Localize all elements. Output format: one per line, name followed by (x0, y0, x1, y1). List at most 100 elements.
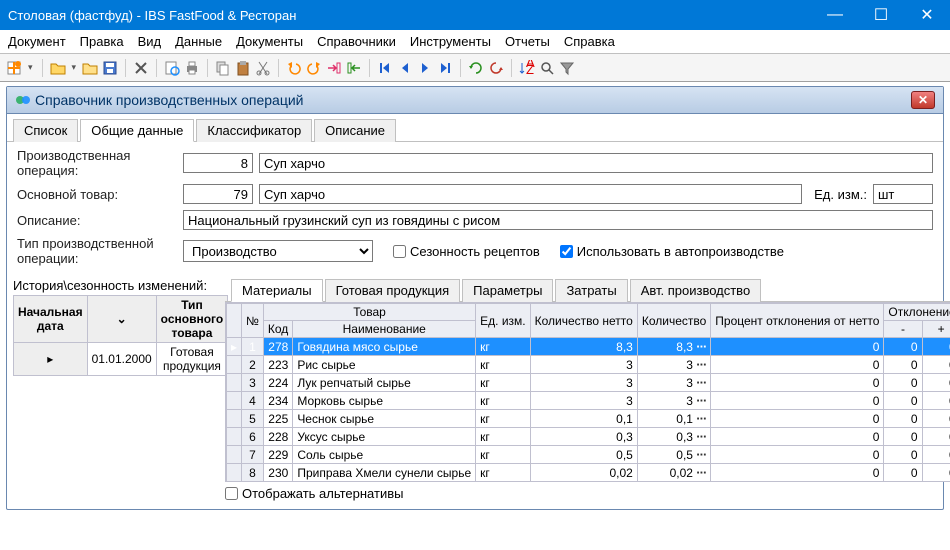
col-minus[interactable]: - (884, 321, 922, 338)
delete-icon[interactable] (133, 60, 149, 76)
menu-help[interactable]: Справка (564, 34, 615, 49)
menu-edit[interactable]: Правка (80, 34, 124, 49)
window-title: Столовая (фастфуд) - IBS FastFood & Рест… (8, 8, 812, 23)
open-icon[interactable] (50, 60, 66, 76)
table-row[interactable]: 4234Морковь сырьекг33 ···00033 (227, 392, 950, 410)
toolbar: ▾ ▾ AZ (0, 54, 950, 82)
chk-season[interactable]: Сезонность рецептов (393, 244, 540, 259)
op-name-input[interactable] (259, 153, 933, 173)
form-area: Производственная операция: Основной това… (7, 142, 943, 278)
filter-icon[interactable] (559, 60, 575, 76)
history-row-marker[interactable]: ▸ (14, 343, 88, 376)
main-panel: Справочник производственных операций ✕ С… (6, 86, 944, 510)
table-row[interactable]: 7229Соль сырьекг0,50,5 ···0000,50,5 (227, 446, 950, 464)
history-row-type[interactable]: Готовая продукция (156, 343, 228, 376)
col-qty[interactable]: Количество (637, 304, 710, 338)
history-row-date[interactable]: 01.01.2000 (87, 343, 156, 376)
table-row[interactable]: 6228Уксус сырьекг0,30,3 ···0000,30,3 (227, 428, 950, 446)
open-dropdown[interactable]: ▾ (70, 62, 79, 73)
desc-label: Описание: (17, 213, 177, 228)
cut-icon[interactable] (255, 60, 271, 76)
find-icon[interactable] (539, 60, 555, 76)
materials-grid: № Товар Ед. изм. Количество нетто Количе… (225, 302, 950, 482)
new-dropdown[interactable]: ▾ (26, 62, 35, 73)
paste-icon[interactable] (235, 60, 251, 76)
menu-tools[interactable]: Инструменты (410, 34, 491, 49)
tabs-bottom: Материалы Готовая продукция Параметры За… (225, 278, 950, 302)
chk-auto[interactable]: Использовать в автопроизводстве (560, 244, 784, 259)
tab-auto[interactable]: Авт. производство (630, 279, 761, 302)
refresh2-icon[interactable] (488, 60, 504, 76)
history-h-type[interactable]: Тип основного товара (156, 296, 228, 343)
panel-icon (15, 92, 31, 108)
print-icon[interactable] (184, 60, 200, 76)
good-label: Основной товар: (17, 187, 177, 202)
table-row[interactable]: 5225Чеснок сырьекг0,10,1 ···0000,10,1 (227, 410, 950, 428)
last-icon[interactable] (437, 60, 453, 76)
history-h-date[interactable]: Начальная дата (14, 296, 88, 343)
uom-label: Ед. изм.: (814, 187, 867, 202)
tab-classifier[interactable]: Классификатор (196, 119, 312, 142)
table-row[interactable]: ▸1278Говядина мясо сырьекг8,38,3 ···0008… (227, 338, 950, 356)
tab-params[interactable]: Параметры (462, 279, 553, 302)
sort-icon[interactable]: AZ (519, 60, 535, 76)
minimize-button[interactable]: — (812, 0, 858, 30)
tab-description[interactable]: Описание (314, 119, 396, 142)
prev-icon[interactable] (397, 60, 413, 76)
menu-reports[interactable]: Отчеты (505, 34, 550, 49)
history-label: История\сезонность изменений: (13, 278, 219, 293)
menu-documents[interactable]: Документы (236, 34, 303, 49)
history-pane: История\сезонность изменений: Начальная … (13, 278, 219, 505)
chk-alt[interactable]: Отображать альтернативы (225, 486, 403, 501)
table-row[interactable]: 8230Приправа Хмели сунели сырьекг0,020,0… (227, 464, 950, 482)
table-row[interactable]: 3224Лук репчатый сырьекг33 ···00033 (227, 374, 950, 392)
first-icon[interactable] (377, 60, 393, 76)
tabs-top: Список Общие данные Классификатор Описан… (7, 118, 943, 142)
uom-input[interactable] (873, 184, 933, 204)
menu-bar: Документ Правка Вид Данные Документы Спр… (0, 30, 950, 54)
type-select[interactable]: Производство (183, 240, 373, 262)
tab-materials[interactable]: Материалы (231, 279, 323, 302)
col-good[interactable]: Товар (263, 304, 475, 321)
tab-general[interactable]: Общие данные (80, 119, 194, 142)
op-label: Производственная операция: (17, 148, 177, 178)
good-name-input[interactable] (259, 184, 802, 204)
new-icon[interactable] (6, 60, 22, 76)
redo-icon[interactable] (306, 60, 322, 76)
preview-icon[interactable] (164, 60, 180, 76)
save-icon[interactable] (102, 60, 118, 76)
menu-data[interactable]: Данные (175, 34, 222, 49)
col-pct[interactable]: Процент отклонения от нетто (711, 304, 884, 338)
nav-out-icon[interactable] (326, 60, 342, 76)
copy-icon[interactable] (215, 60, 231, 76)
table-row[interactable]: 2223Рис сырьекг33 ···00033 (227, 356, 950, 374)
next-icon[interactable] (417, 60, 433, 76)
op-id-input[interactable] (183, 153, 253, 173)
svg-text:Z: Z (526, 62, 534, 76)
nav-in-icon[interactable] (346, 60, 362, 76)
menu-document[interactable]: Документ (8, 34, 66, 49)
col-plus[interactable]: + (922, 321, 950, 338)
close-button[interactable]: ✕ (904, 0, 950, 30)
tab-costs[interactable]: Затраты (555, 279, 627, 302)
col-qnet[interactable]: Количество нетто (530, 304, 637, 338)
undo-icon[interactable] (286, 60, 302, 76)
col-name[interactable]: Наименование (293, 321, 476, 338)
folder-icon[interactable] (82, 60, 98, 76)
type-label: Тип производственной операции: (17, 236, 177, 266)
maximize-button[interactable]: ☐ (858, 0, 904, 30)
col-code[interactable]: Код (263, 321, 292, 338)
tab-list[interactable]: Список (13, 119, 78, 142)
menu-view[interactable]: Вид (138, 34, 162, 49)
title-bar: Столовая (фастфуд) - IBS FastFood & Рест… (0, 0, 950, 30)
tab-finished[interactable]: Готовая продукция (325, 279, 461, 302)
col-uom[interactable]: Ед. изм. (476, 304, 530, 338)
panel-title: Справочник производственных операций (35, 92, 911, 108)
history-sort-icon[interactable]: ⌄ (87, 296, 156, 343)
panel-close-button[interactable]: ✕ (911, 91, 935, 109)
refresh-icon[interactable] (468, 60, 484, 76)
menu-dictionaries[interactable]: Справочники (317, 34, 396, 49)
good-id-input[interactable] (183, 184, 253, 204)
col-dev[interactable]: Отклонение (884, 304, 950, 321)
desc-input[interactable] (183, 210, 933, 230)
